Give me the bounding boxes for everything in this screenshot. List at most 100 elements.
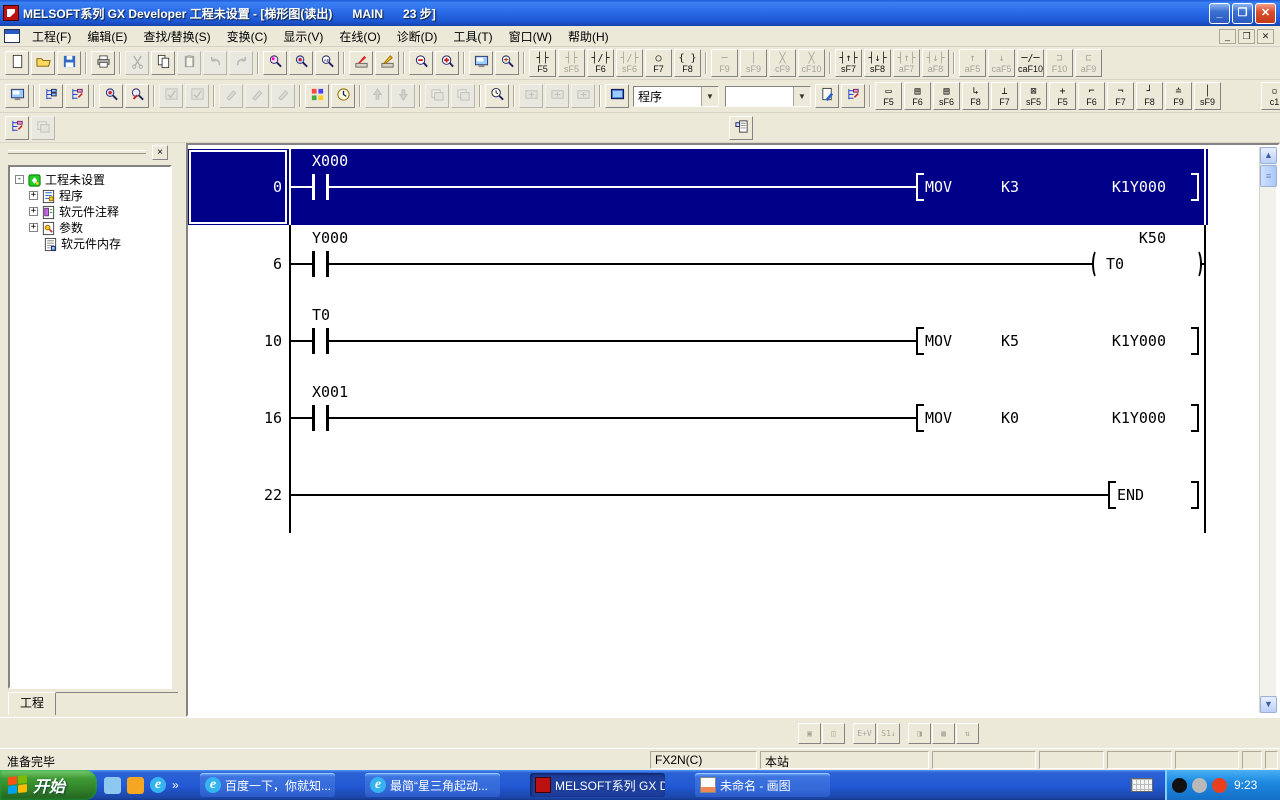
taskbar-task-1[interactable]: e百度一下，你就知... <box>200 773 335 797</box>
program-combo[interactable]: 程序 ▼ <box>633 86 719 107</box>
tb2-find-contact-button[interactable] <box>125 84 149 108</box>
wiring-F5-button[interactable]: +F5 <box>1049 82 1076 110</box>
ladder-invert-operation-button[interactable]: ─/─caF10 <box>1017 49 1044 77</box>
ladder-rising-pulse-button[interactable]: ┤↑├sF7 <box>835 49 862 77</box>
tb3-comment-format-button[interactable] <box>729 116 753 140</box>
tree-item-软元件内存[interactable]: 软元件内存 <box>10 235 170 251</box>
scroll-down-icon[interactable]: ▼ <box>1260 696 1277 713</box>
ladder-application-instruction-button[interactable]: { }F8 <box>674 49 701 77</box>
taskbar-task-4[interactable]: 未命名 - 画图 <box>695 773 830 797</box>
taskbar-task-3[interactable]: MELSOFT系列 GX D... <box>530 773 665 797</box>
wiring-sF9-button[interactable]: │sF9 <box>1194 82 1221 110</box>
download-manager-icon[interactable] <box>1212 778 1227 793</box>
ladder-coil-button[interactable]: ○F7 <box>645 49 672 77</box>
project-tree[interactable]: -工程未设置+程序+软元件注释+参数软元件内存 <box>8 165 172 689</box>
tree-item-软元件注释[interactable]: +软元件注释 <box>10 203 170 219</box>
wiring-sF5-button[interactable]: ⊠sF5 <box>1020 82 1047 110</box>
internet-explorer-icon[interactable]: e <box>150 777 166 793</box>
tb2-structure-display-button[interactable] <box>841 84 865 108</box>
mdi-minimize-button[interactable]: _ <box>1219 29 1236 44</box>
tb2-device-batch-replace-button[interactable] <box>305 84 329 108</box>
std-screen-setting-button[interactable] <box>469 51 493 75</box>
std-new-project-button[interactable] <box>5 51 29 75</box>
wiring-F7-button[interactable]: ¬F7 <box>1107 82 1134 110</box>
chevron-down-icon[interactable]: ▼ <box>793 87 810 106</box>
taskbar-task-2[interactable]: e最简“星三角起动... <box>365 773 500 797</box>
ladder-open-contact-button[interactable]: ┤├F5 <box>529 49 556 77</box>
wiring-F8-button[interactable]: ↳F8 <box>962 82 989 110</box>
media-player-icon[interactable] <box>127 777 144 794</box>
std-find-button[interactable] <box>263 51 287 75</box>
tb2-monitor-mode-button[interactable] <box>485 84 509 108</box>
menu-工程[interactable]: 工程(F) <box>24 25 79 48</box>
ladder-closed-contact-button[interactable]: ┤/├F6 <box>587 49 614 77</box>
qq-messenger-icon[interactable] <box>1172 778 1187 793</box>
std-open-project-button[interactable] <box>31 51 55 75</box>
vertical-scrollbar[interactable]: ▲ ▼ <box>1259 147 1276 713</box>
volume-icon[interactable] <box>1192 778 1207 793</box>
keyboard-input-icon[interactable] <box>1131 778 1153 792</box>
toolbar-grip[interactable] <box>8 150 146 154</box>
scroll-up-icon[interactable]: ▲ <box>1260 147 1277 164</box>
std-comment-edit-button[interactable] <box>349 51 373 75</box>
std-find-device-button[interactable] <box>289 51 313 75</box>
wiring-F5-button[interactable]: ▭F5 <box>875 82 902 110</box>
std-circuit-find-button[interactable] <box>495 51 519 75</box>
std-copy-button[interactable] <box>151 51 175 75</box>
std-zoom-shrink-button[interactable] <box>409 51 433 75</box>
show-desktop-icon[interactable] <box>104 777 121 794</box>
menu-诊断[interactable]: 诊断(D) <box>389 25 446 48</box>
device-combo[interactable]: ▼ <box>725 86 811 107</box>
menu-显示[interactable]: 显示(V) <box>275 25 331 48</box>
close-button[interactable]: ✕ <box>1255 3 1276 24</box>
close-icon[interactable]: × <box>152 145 168 160</box>
toolbar-separator <box>953 52 955 74</box>
tb2-clock-setting-button[interactable] <box>331 84 355 108</box>
tb2-io-system-monitor-button[interactable] <box>5 84 29 108</box>
tb2-comment-display-button[interactable] <box>815 84 839 108</box>
expand-icon[interactable]: + <box>29 223 38 232</box>
tb3-macro-utility-button[interactable] <box>5 116 29 140</box>
menu-变换[interactable]: 变换(C) <box>219 25 276 48</box>
std-save-project-button[interactable] <box>57 51 81 75</box>
tree-root-item[interactable]: -工程未设置 <box>10 171 170 187</box>
menu-窗口[interactable]: 窗口(W) <box>501 25 560 48</box>
tb2-monitor-window-button[interactable] <box>605 84 629 108</box>
wiring-sF6-button[interactable]: ▤sF6 <box>933 82 960 110</box>
mdi-close-button[interactable]: ✕ <box>1257 29 1274 44</box>
std-find-string-button[interactable]: AB <box>315 51 339 75</box>
menu-在线[interactable]: 在线(O) <box>331 25 388 48</box>
tb2-project-data-list-button[interactable] <box>39 84 63 108</box>
collapse-icon[interactable]: - <box>15 175 24 184</box>
tree-item-程序[interactable]: +程序 <box>10 187 170 203</box>
tab-project[interactable]: 工程 <box>8 692 56 715</box>
tb2-find-device-2-button[interactable] <box>99 84 123 108</box>
wiring-F6-button[interactable]: ⌐F6 <box>1078 82 1105 110</box>
wiring-F8-button[interactable]: ┘F8 <box>1136 82 1163 110</box>
expand-icon[interactable]: + <box>29 191 38 200</box>
mdi-restore-button[interactable]: ❐ <box>1238 29 1255 44</box>
ladder-editor[interactable]: 0X000MOVK3K1Y0006Y000T0K5010T0MOVK5K1Y00… <box>188 145 1257 715</box>
menu-帮助[interactable]: 帮助(H) <box>560 25 617 48</box>
ladder-falling-pulse-button[interactable]: ┤↓├sF8 <box>864 49 891 77</box>
menu-工具[interactable]: 工具(T) <box>445 25 500 48</box>
tree-item-参数[interactable]: +参数 <box>10 219 170 235</box>
wiring-F9-button[interactable]: ≐F9 <box>1165 82 1192 110</box>
mdi-child-icon[interactable] <box>4 29 20 43</box>
std-zoom-enlarge-button[interactable] <box>435 51 459 75</box>
std-print-button[interactable] <box>91 51 115 75</box>
expand-icon[interactable]: + <box>29 207 38 216</box>
menu-查找/替换[interactable]: 查找/替换(S) <box>135 25 218 48</box>
minimize-button[interactable]: _ <box>1209 3 1230 24</box>
tb2-project-data-edit-button[interactable] <box>65 84 89 108</box>
chevron-down-icon[interactable]: ▼ <box>701 87 718 106</box>
std-statement-edit-button[interactable] <box>375 51 399 75</box>
custom-c1-button[interactable]: ▫c1 <box>1261 82 1280 110</box>
restore-button[interactable]: ❐ <box>1232 3 1253 24</box>
menu-编辑[interactable]: 编辑(E) <box>79 25 135 48</box>
quick-launch-overflow-icon[interactable]: » <box>172 778 179 792</box>
start-button[interactable]: 开始 <box>0 770 97 800</box>
wiring-F7-button[interactable]: ⊥F7 <box>991 82 1018 110</box>
wiring-F6-button[interactable]: ▤F6 <box>904 82 931 110</box>
scrollbar-thumb[interactable] <box>1260 165 1277 187</box>
